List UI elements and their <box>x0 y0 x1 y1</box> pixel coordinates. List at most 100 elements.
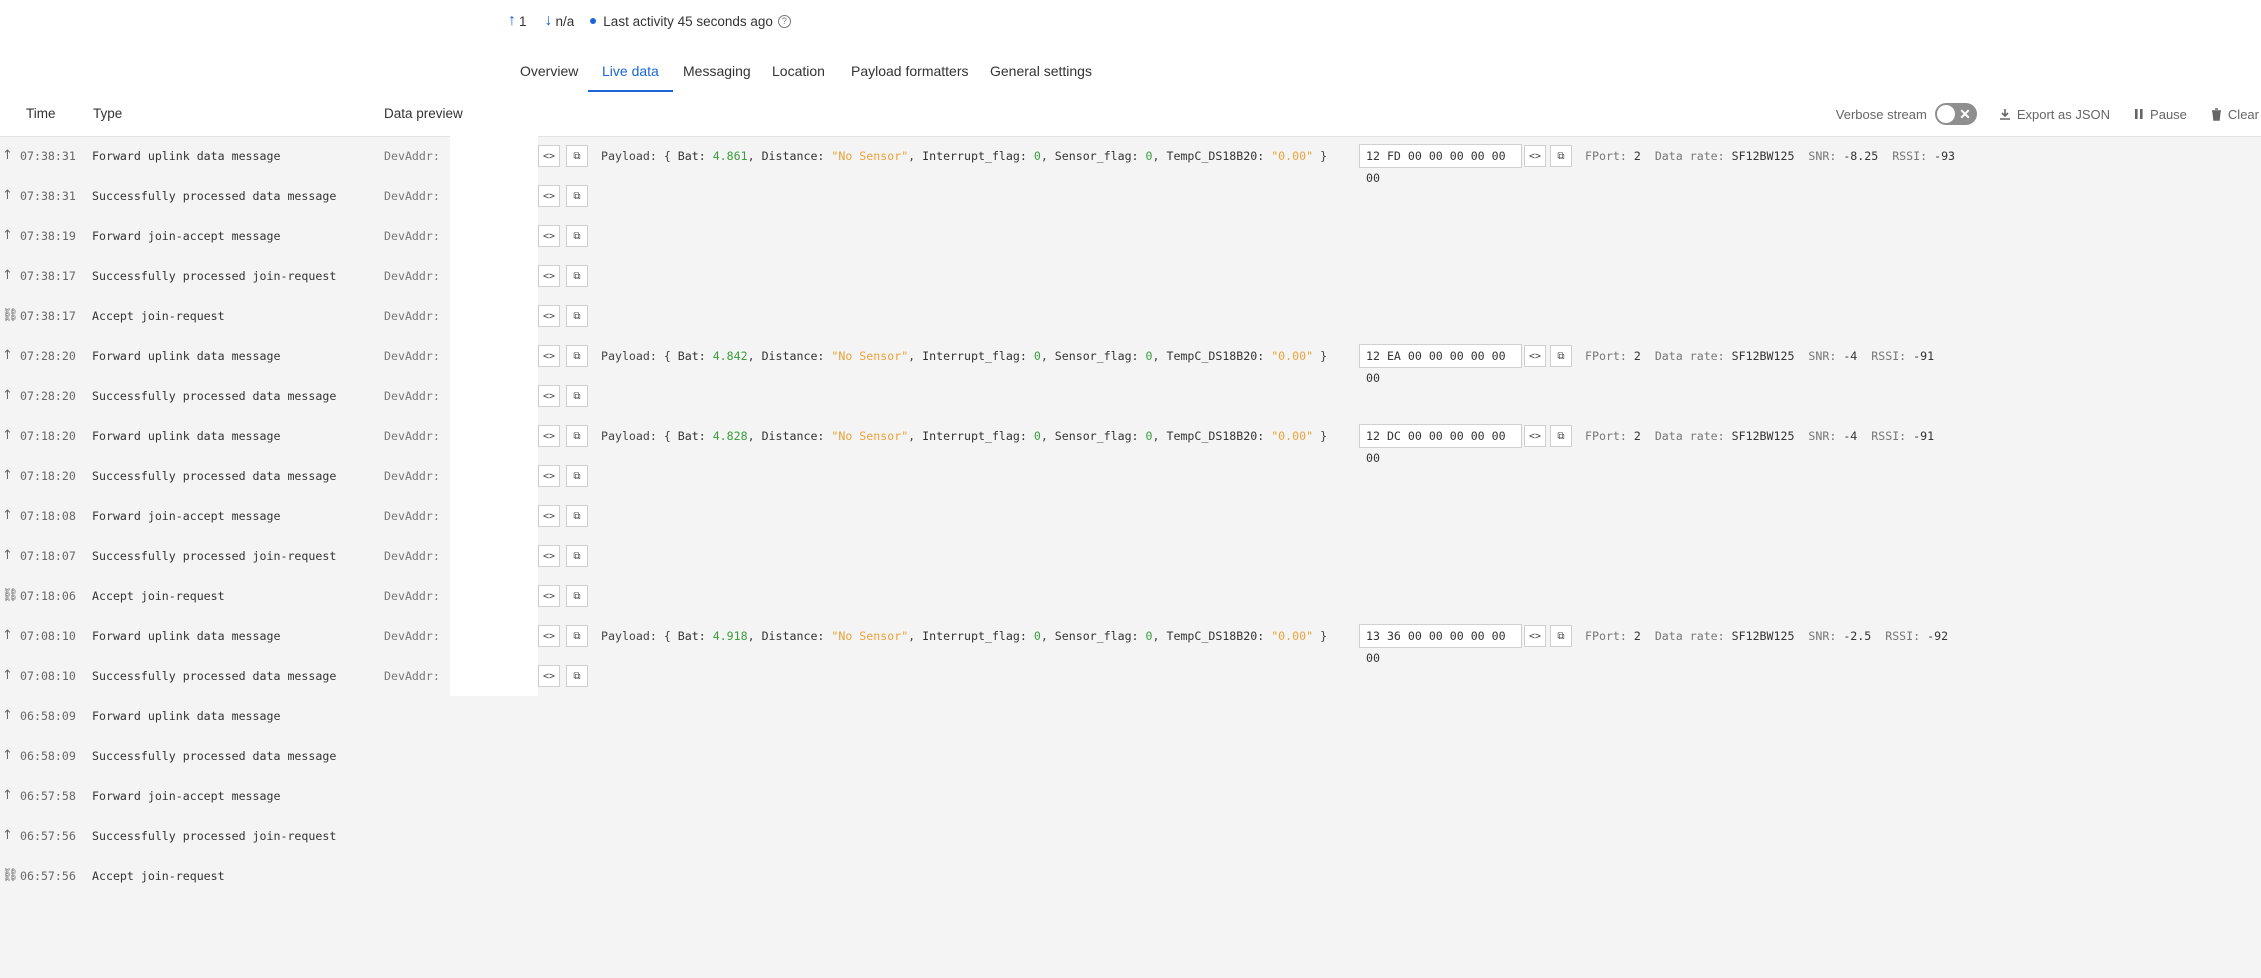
code-toggle-icon[interactable]: <> <box>538 545 560 567</box>
tab-live-data[interactable]: Live data <box>588 58 673 92</box>
header-time: Time <box>26 106 56 121</box>
devaddr-label: DevAddr: <box>384 149 440 163</box>
code-toggle-icon[interactable]: <> <box>538 665 560 687</box>
copy-icon[interactable]: ⧉ <box>1550 625 1572 647</box>
code-toggle-icon[interactable]: <> <box>1524 625 1546 647</box>
table-row[interactable]: ↑ 07:18:07 Successfully processed join-req… <box>0 536 2261 576</box>
event-type: Forward uplink data message <box>92 709 281 723</box>
copy-icon[interactable]: ⧉ <box>566 425 588 447</box>
code-toggle-icon[interactable]: <> <box>538 145 560 167</box>
up-arrow-icon: ↑ <box>2 148 13 163</box>
table-row[interactable]: ↑ 07:08:10 Successfully processed data mes… <box>0 656 2261 696</box>
table-row[interactable]: ↑ 07:28:20 Forward uplink data message DevA… <box>0 336 2261 385</box>
devaddr-label: DevAddr: <box>384 309 440 323</box>
table-row[interactable]: ↑ 07:38:31 Forward uplink data message DevA… <box>0 136 2261 185</box>
tab-location[interactable]: Location <box>772 58 825 92</box>
tab-payload-formatters[interactable]: Payload formatters <box>851 58 969 92</box>
table-row[interactable]: ↑ 07:28:20 Successfully processed data mes… <box>0 376 2261 416</box>
table-row[interactable]: ↑ 07:18:20 Successfully processed data mes… <box>0 456 2261 496</box>
code-toggle-icon[interactable]: <> <box>1524 145 1546 167</box>
up-arrow-icon: ↑ <box>2 188 13 203</box>
last-activity-text: Last activity 45 seconds ago <box>603 13 773 29</box>
uplink-metadata: FPort: 2 Data rate: SF12BW125 SNR: -4 RS… <box>1585 429 1935 443</box>
up-arrow-icon: ↑ <box>2 268 13 283</box>
copy-icon[interactable]: ⧉ <box>566 185 588 207</box>
tab-messaging[interactable]: Messaging <box>683 58 751 92</box>
table-row[interactable]: ↑ 06:58:09 Successfully processed data mes… <box>0 736 2261 776</box>
table-row[interactable]: ↑ 07:38:19 Forward join-accept message DevA… <box>0 216 2261 256</box>
tab-general-settings[interactable]: General settings <box>990 58 1092 92</box>
event-type: Forward uplink data message <box>92 149 281 163</box>
code-toggle-icon[interactable]: <> <box>538 585 560 607</box>
devaddr-label: DevAddr: <box>384 669 440 683</box>
copy-icon[interactable]: ⧉ <box>566 385 588 407</box>
copy-icon[interactable]: ⧉ <box>566 225 588 247</box>
event-type: Successfully processed join-request <box>92 269 337 283</box>
code-toggle-icon[interactable]: <> <box>1524 345 1546 367</box>
copy-icon[interactable]: ⧉ <box>566 625 588 647</box>
event-time: 06:57:56 <box>20 829 76 843</box>
table-row[interactable]: ⛓ 06:57:56 Accept join-request <box>0 856 2261 896</box>
code-toggle-icon[interactable]: <> <box>1524 425 1546 447</box>
event-type: Forward uplink data message <box>92 429 281 443</box>
copy-icon[interactable]: ⧉ <box>566 345 588 367</box>
table-row[interactable]: ↑ 07:18:20 Forward uplink data message DevA… <box>0 416 2261 465</box>
table-row[interactable]: ↑ 07:38:17 Successfully processed join-req… <box>0 256 2261 296</box>
code-toggle-icon[interactable]: <> <box>538 305 560 327</box>
up-arrow-icon: ↑ <box>2 748 13 763</box>
payload-preview: Payload: { Bat: 4.828, Distance: "No Sen… <box>601 429 1328 443</box>
devaddr-value <box>450 256 538 296</box>
copy-icon[interactable]: ⧉ <box>1550 345 1572 367</box>
pause-button[interactable]: Pause <box>2134 107 2187 122</box>
table-row[interactable]: ⛓ 07:38:17 Accept join-request DevAddr: <> ⧉ <box>0 296 2261 336</box>
code-toggle-icon[interactable]: <> <box>538 185 560 207</box>
copy-icon[interactable]: ⧉ <box>566 545 588 567</box>
devaddr-label: DevAddr: <box>384 229 440 243</box>
toggle-off-icon: ✕ <box>1959 106 1971 122</box>
table-row[interactable]: ↑ 06:58:09 Forward uplink data message <box>0 696 2261 736</box>
table-row[interactable]: ↑ 07:18:08 Forward join-accept message DevA… <box>0 496 2261 536</box>
code-toggle-icon[interactable]: <> <box>538 385 560 407</box>
devaddr-label: DevAddr: <box>384 429 440 443</box>
code-toggle-icon[interactable]: <> <box>538 425 560 447</box>
copy-icon[interactable]: ⧉ <box>566 265 588 287</box>
tab-overview[interactable]: Overview <box>520 58 578 92</box>
code-toggle-icon[interactable]: <> <box>538 265 560 287</box>
code-toggle-icon[interactable]: <> <box>538 345 560 367</box>
devaddr-value <box>450 336 538 376</box>
live-data-table: Time Type Data preview Verbose stream ✕ … <box>0 92 2261 978</box>
copy-icon[interactable]: ⧉ <box>566 505 588 527</box>
copy-icon[interactable]: ⧉ <box>1550 425 1572 447</box>
table-row[interactable]: ↑ 07:38:31 Successfully processed data mes… <box>0 176 2261 216</box>
code-toggle-icon[interactable]: <> <box>538 505 560 527</box>
event-time: 06:58:09 <box>20 749 76 763</box>
table-row[interactable]: ↑ 06:57:58 Forward join-accept message <box>0 776 2261 816</box>
payload-preview: Payload: { Bat: 4.918, Distance: "No Sen… <box>601 629 1328 643</box>
event-time: 07:18:20 <box>20 469 76 483</box>
copy-icon[interactable]: ⧉ <box>566 145 588 167</box>
clear-button[interactable]: Clear <box>2211 107 2259 122</box>
table-row[interactable]: ↑ 07:08:10 Forward uplink data message DevA… <box>0 616 2261 665</box>
activity-dot-icon <box>590 18 597 24</box>
toggle-knob <box>1936 105 1955 123</box>
copy-icon[interactable]: ⧉ <box>566 585 588 607</box>
bat-value: 4.842 <box>712 349 748 363</box>
verbose-stream-toggle[interactable]: ✕ <box>1934 103 1977 125</box>
event-type: Successfully processed data message <box>92 389 337 403</box>
link-icon: ⛓ <box>2 868 19 883</box>
copy-icon[interactable]: ⧉ <box>566 665 588 687</box>
copy-icon[interactable]: ⧉ <box>1550 145 1572 167</box>
copy-icon[interactable]: ⧉ <box>566 465 588 487</box>
code-toggle-icon[interactable]: <> <box>538 225 560 247</box>
export-json-button[interactable]: Export as JSON <box>1999 107 2110 122</box>
help-icon[interactable]: ? <box>777 14 791 28</box>
uplink-metadata: FPort: 2 Data rate: SF12BW125 SNR: -8.25… <box>1585 149 1956 163</box>
copy-icon[interactable]: ⧉ <box>566 305 588 327</box>
code-toggle-icon[interactable]: <> <box>538 625 560 647</box>
table-row[interactable]: ↑ 06:57:56 Successfully processed join-req… <box>0 816 2261 856</box>
code-toggle-icon[interactable]: <> <box>538 465 560 487</box>
table-row[interactable]: ⛓ 07:18:06 Accept join-request DevAddr: <> ⧉ <box>0 576 2261 616</box>
devaddr-value <box>450 416 538 456</box>
frm-payload-hex: 13 36 00 00 00 00 00 00 <box>1359 624 1522 665</box>
event-time: 07:18:08 <box>20 509 76 523</box>
